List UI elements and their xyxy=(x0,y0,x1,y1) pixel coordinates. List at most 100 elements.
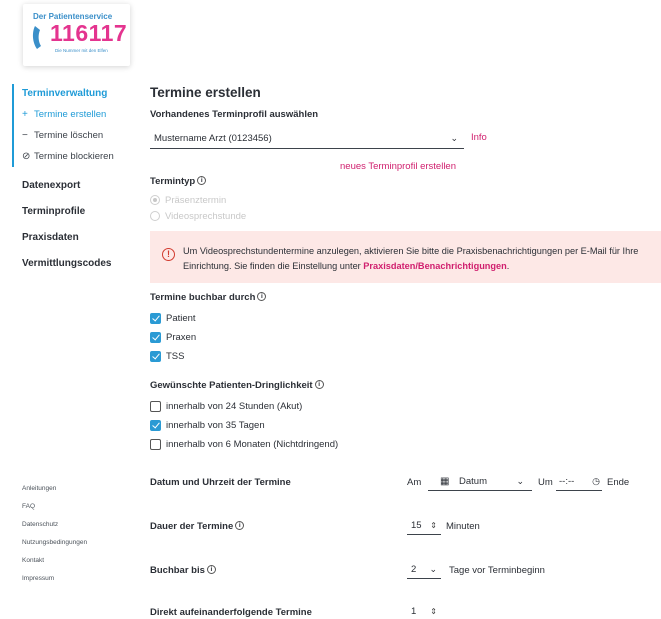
sidebar-item-datenexport[interactable]: Datenexport xyxy=(22,173,132,199)
info-link[interactable]: Info xyxy=(471,132,487,143)
time-placeholder: --:-- xyxy=(559,476,575,487)
sidebar-item-vermittlungscodes[interactable]: Vermittlungscodes xyxy=(22,251,132,277)
duration-value: 15 xyxy=(411,520,422,531)
urgency-options: innerhalb von 24 Stunden (Akut) innerhal… xyxy=(150,397,338,454)
duration-unit: Minuten xyxy=(446,521,480,532)
new-profile-link[interactable]: neues Terminprofil erstellen xyxy=(340,161,456,172)
urgency-label-text: Gewünschte Patienten-Dringlichkeit xyxy=(150,380,313,391)
sidebar-item-termine-loeschen[interactable]: − Termine löschen xyxy=(22,125,132,146)
sidebar-item-termine-blockieren[interactable]: ⊘ Termine blockieren xyxy=(22,146,132,167)
footer-link-faq[interactable]: FAQ xyxy=(22,502,87,520)
info-icon[interactable]: i xyxy=(197,176,207,185)
checkbox-patient[interactable]: Patient xyxy=(150,309,196,328)
sidebar-item-label: Termine erstellen xyxy=(34,109,107,120)
consecutive-value: 1 xyxy=(411,606,417,617)
footer-links: Anleitungen FAQ Datenschutz Nutzungsbedi… xyxy=(22,484,87,592)
sidebar-item-terminprofile[interactable]: Terminprofile xyxy=(22,199,132,225)
checkbox-urgency-6m[interactable]: innerhalb von 6 Monaten (Nichtdringend) xyxy=(150,435,338,454)
duration-label-text: Dauer der Termine xyxy=(150,521,234,532)
page-title: Termine erstellen xyxy=(150,85,261,100)
checkbox-label: Patient xyxy=(166,313,196,324)
alert-text: Um Videosprechstundentermine anzulegen, … xyxy=(183,244,661,274)
info-icon[interactable]: i xyxy=(257,292,267,301)
checkbox-box xyxy=(150,313,161,324)
urgency-label: Gewünschte Patienten-Dringlichkeit i xyxy=(150,380,324,391)
bookable-label: Termine buchbar durch i xyxy=(150,292,267,303)
sidebar-item-termine-erstellen[interactable]: + Termine erstellen xyxy=(22,104,132,125)
checkbox-label: innerhalb von 35 Tagen xyxy=(166,420,265,431)
sidebar-item-label: Termine blockieren xyxy=(34,151,114,162)
bookable-until-label-text: Buchbar bis xyxy=(150,565,205,576)
info-icon[interactable]: i xyxy=(235,521,245,530)
bookable-until-value: 2 xyxy=(411,564,417,575)
duration-label: Dauer der Termine i xyxy=(150,521,245,532)
stepper-arrows-icon[interactable]: ⇕ xyxy=(430,603,437,619)
footer-link-datenschutz[interactable]: Datenschutz xyxy=(22,520,87,538)
checkbox-tss[interactable]: TSS xyxy=(150,347,196,366)
logo-tagline: Die Nummer mit den Elfen xyxy=(55,48,108,53)
consecutive-label: Direkt aufeinanderfolgende Termine xyxy=(150,607,312,618)
datetime-label: Datum und Uhrzeit der Termine xyxy=(150,477,291,488)
stepper-arrows-icon[interactable]: ⇕ xyxy=(430,517,437,534)
checkbox-box xyxy=(150,351,161,362)
calendar-icon: ▦ xyxy=(440,476,450,487)
profile-select-value: Mustername Arzt (0123456) xyxy=(154,133,272,144)
bookable-options: Patient Praxen TSS xyxy=(150,309,196,366)
alert-icon: ! xyxy=(162,248,175,261)
radio-circle xyxy=(150,211,160,221)
footer-link-nutzungsbedingungen[interactable]: Nutzungsbedingungen xyxy=(22,538,87,556)
checkbox-urgency-35d[interactable]: innerhalb von 35 Tagen xyxy=(150,416,338,435)
chevron-down-icon: ⌄ xyxy=(516,476,524,486)
profile-label: Vorhandenes Terminprofil auswählen xyxy=(150,109,319,120)
radio-circle xyxy=(150,195,160,205)
ende-label[interactable]: Ende xyxy=(607,477,629,488)
logo-116117[interactable]: Der Patientenservice 116117 Die Nummer m… xyxy=(23,4,130,66)
bookable-until-label: Buchbar bis i xyxy=(150,565,216,576)
am-label: Am xyxy=(407,477,422,488)
termintyp-options: Präsenztermin Videosprechstunde xyxy=(150,192,246,224)
checkbox-label: innerhalb von 6 Monaten (Nichtdringend) xyxy=(166,439,339,450)
footer-link-impressum[interactable]: Impressum xyxy=(22,574,87,592)
radio-praesenztermin[interactable]: Präsenztermin xyxy=(150,192,246,208)
sidebar-section-terminverwaltung: Terminverwaltung + Termine erstellen − T… xyxy=(12,84,132,167)
profile-select[interactable]: Mustername Arzt (0123456) ⌄ xyxy=(150,129,464,149)
consecutive-stepper[interactable]: 1 ⇕ xyxy=(407,603,441,619)
info-icon[interactable]: i xyxy=(314,380,324,389)
minus-icon: − xyxy=(22,130,28,141)
alert-box: ! Um Videosprechstundentermine anzulegen… xyxy=(150,231,661,283)
info-icon[interactable]: i xyxy=(206,565,216,574)
bookable-until-unit: Tage vor Terminbeginn xyxy=(449,565,545,576)
chevron-down-icon: ⌄ xyxy=(429,564,437,574)
radio-label: Präsenztermin xyxy=(165,194,227,206)
alert-link[interactable]: Praxisdaten/Benachrichtigungen xyxy=(363,261,506,271)
footer-link-anleitungen[interactable]: Anleitungen xyxy=(22,484,87,502)
phone-icon xyxy=(32,26,41,49)
sidebar-item-terminverwaltung[interactable]: Terminverwaltung xyxy=(22,84,132,104)
bookable-until-select[interactable]: 2 ⌄ xyxy=(407,561,441,579)
footer-link-kontakt[interactable]: Kontakt xyxy=(22,556,87,574)
date-placeholder: Datum xyxy=(459,476,487,487)
termintyp-label: Termintyp i xyxy=(150,176,207,187)
block-icon: ⊘ xyxy=(22,151,31,162)
sidebar-item-label: Termine löschen xyxy=(34,130,104,141)
chevron-down-icon: ⌄ xyxy=(450,133,458,143)
duration-stepper[interactable]: 15 ⇕ xyxy=(407,517,441,535)
date-select[interactable]: ▦ Datum ⌄ xyxy=(428,473,532,491)
checkbox-urgency-24h[interactable]: innerhalb von 24 Stunden (Akut) xyxy=(150,397,338,416)
sidebar-item-praxisdaten[interactable]: Praxisdaten xyxy=(22,225,132,251)
sidebar-nav: Terminverwaltung + Termine erstellen − T… xyxy=(12,84,132,277)
checkbox-praxen[interactable]: Praxen xyxy=(150,328,196,347)
termintyp-label-text: Termintyp xyxy=(150,176,196,187)
bookable-label-text: Termine buchbar durch xyxy=(150,292,256,303)
checkbox-label: innerhalb von 24 Stunden (Akut) xyxy=(166,401,303,412)
radio-label: Videosprechstunde xyxy=(165,210,247,222)
time-input[interactable]: --:-- ◷ xyxy=(556,473,602,491)
logo-number: 116117 xyxy=(50,20,128,46)
checkbox-box xyxy=(150,439,161,450)
checkbox-label: TSS xyxy=(166,351,185,362)
alert-end: . xyxy=(506,261,510,271)
radio-videosprechstunde[interactable]: Videosprechstunde xyxy=(150,208,246,224)
checkbox-box xyxy=(150,332,161,343)
checkbox-box xyxy=(150,420,161,431)
checkbox-box xyxy=(150,401,161,412)
